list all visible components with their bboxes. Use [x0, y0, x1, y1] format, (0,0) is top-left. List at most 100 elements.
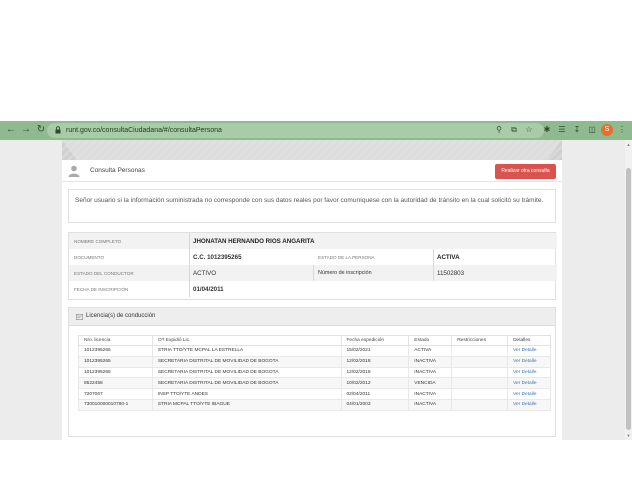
details-link[interactable]: Ver Detalle — [507, 355, 551, 368]
table-row: 8522458 SECRETARIA DISTRITAL DE MOVILIDA… — [78, 377, 551, 390]
details-link[interactable]: Ver Detalle — [507, 345, 551, 357]
license-issuer: STRIA TTO/YTE MCPAL LA ESTRELLA — [151, 345, 342, 357]
license-number: 1012395265 — [78, 366, 153, 379]
license-number: 7207067 — [78, 388, 153, 400]
main-panel: Consulta Personas Realizar otra consulta… — [62, 140, 562, 440]
license-issuer: INSP TTO/YTE ANDES — [151, 388, 342, 400]
media-icon[interactable]: ☰ — [557, 124, 567, 136]
license-number: 8522458 — [78, 377, 153, 390]
license-date: 12/02/2018 — [340, 355, 410, 368]
license-date: 10/02/2012 — [340, 377, 410, 390]
menu-icon[interactable]: ⋮ — [617, 124, 627, 136]
tab-shape — [62, 140, 562, 160]
new-search-button[interactable]: Realizar otra consulta — [495, 164, 556, 179]
scroll-down-icon[interactable]: ▼ — [626, 433, 631, 438]
license-issuer: SECRETARIA DISTRITAL DE MOVILIDAD DE BOG… — [151, 355, 342, 368]
licenses-header[interactable]: Licencia(s) de conducción — [69, 308, 555, 326]
lock-icon — [55, 126, 61, 134]
sidepanel-icon[interactable]: ◫ — [587, 124, 597, 136]
details-link[interactable]: Ver Detalle — [507, 388, 551, 400]
search-icon[interactable]: ⚲ — [494, 124, 504, 136]
forward-arrow-icon[interactable]: → — [20, 124, 32, 136]
license-number: 1012395265 — [78, 345, 153, 357]
reload-icon[interactable]: ↻ — [35, 124, 47, 136]
star-icon[interactable]: ☆ — [524, 124, 534, 136]
license-issuer: STRIA MCPAL TTO/YTE IBAGUE — [151, 398, 342, 411]
column-header: Detalles — [507, 335, 551, 346]
licenses-title: Licencia(s) de conducción — [86, 313, 156, 319]
table-row: 1012395265 SECRETARIA DISTRITAL DE MOVIL… — [78, 366, 551, 379]
info-row-date: FECHA DE INSCRIPCIÓN 01/04/2011 — [69, 281, 557, 297]
license-status: INACTIVA — [408, 366, 453, 379]
inscription-label: Número de inscripción — [318, 270, 372, 276]
table-row: 1012395265 SECRETARIA DISTRITAL DE MOVIL… — [78, 355, 551, 368]
license-restrictions — [451, 377, 509, 390]
info-row-driver: ESTADO DEL CONDUCTOR ACTIVO Número de in… — [69, 265, 557, 281]
person-status-label: ESTADO DE LA PERSONA — [318, 255, 375, 260]
column-header: Restricciones — [451, 335, 509, 346]
share-icon[interactable]: ⧉ — [509, 124, 519, 136]
download-icon[interactable]: ↧ — [572, 124, 582, 136]
license-restrictions — [451, 345, 509, 357]
license-issuer: SECRETARIA DISTRITAL DE MOVILIDAD DE BOG… — [151, 377, 342, 390]
panel-header: Consulta Personas Realizar otra consulta — [62, 160, 562, 182]
url-text[interactable]: runt.gov.co/consultaCiudadana/#/consulta… — [66, 124, 222, 137]
license-status: INACTIVA — [408, 388, 453, 400]
notice-text: Señor usuario si la información suminist… — [75, 197, 544, 204]
license-restrictions — [451, 355, 509, 368]
licenses-panel: Licencia(s) de conducción Nro. licencia … — [68, 307, 556, 437]
license-date: 12/02/2018 — [340, 366, 410, 379]
top-blank-area — [0, 0, 632, 121]
details-link[interactable]: Ver Detalle — [507, 377, 551, 390]
info-row-document: DOCUMENTO C.C. 1012395265 ESTADO DE LA P… — [69, 249, 557, 265]
separator — [189, 265, 190, 281]
license-number: 730010000010780-1 — [78, 398, 153, 411]
driver-status-value: ACTIVO — [193, 270, 217, 277]
separator — [189, 233, 190, 249]
profile-avatar[interactable]: S — [601, 124, 613, 136]
bottom-blank-area — [0, 440, 632, 480]
license-restrictions — [451, 398, 509, 411]
inscription-value: 11502803 — [437, 270, 465, 277]
separator — [433, 265, 434, 281]
separator — [189, 249, 190, 265]
document-label: DOCUMENTO — [74, 255, 105, 260]
license-number: 1012395265 — [78, 355, 153, 368]
date-value: 01/04/2011 — [193, 286, 224, 293]
license-date: 02/04/2011 — [340, 388, 410, 400]
license-status: ACTIVA — [408, 345, 453, 357]
license-issuer: SECRETARIA DISTRITAL DE MOVILIDAD DE BOG… — [151, 366, 342, 379]
license-date: 04/01/2003 — [340, 398, 410, 411]
back-arrow-icon[interactable]: ← — [5, 124, 17, 136]
extensions-icon[interactable]: ✱ — [542, 124, 552, 136]
column-header: OT Expidió Lic. — [151, 335, 342, 346]
separator — [433, 249, 434, 265]
table-row: 7207067 INSP TTO/YTE ANDES 02/04/2011 IN… — [78, 388, 551, 400]
id-card-icon — [76, 314, 83, 320]
details-link[interactable]: Ver Detalle — [507, 366, 551, 379]
page-title: Consulta Personas — [90, 167, 145, 174]
separator — [313, 265, 314, 281]
person-info: NOMBRE COMPLETO JHONATAN HERNANDO RIOS A… — [68, 232, 557, 300]
name-value: JHONATAN HERNANDO RIOS ANGARITA — [193, 238, 315, 245]
date-label: FECHA DE INSCRIPCIÓN — [74, 287, 129, 292]
licenses-table: Nro. licencia OT Expidió Lic. Fecha expe… — [78, 335, 551, 411]
document-value: C.C. 1012395265 — [193, 254, 242, 261]
license-restrictions — [451, 366, 509, 379]
column-header: Estado — [408, 335, 453, 346]
scroll-up-icon[interactable]: ▲ — [626, 142, 631, 147]
scrollbar-thumb[interactable] — [626, 168, 631, 430]
driver-status-label: ESTADO DEL CONDUCTOR — [74, 271, 134, 276]
column-header: Nro. licencia — [78, 335, 153, 346]
column-header: Fecha expedición — [340, 335, 410, 346]
table-row: 730010000010780-1 STRIA MCPAL TTO/YTE IB… — [78, 398, 551, 411]
license-status: VENCIDA — [408, 377, 453, 390]
separator — [189, 281, 190, 297]
license-status: INACTIVA — [408, 398, 453, 411]
license-date: 15/02/2021 — [340, 345, 410, 357]
info-row-name: NOMBRE COMPLETO JHONATAN HERNANDO RIOS A… — [69, 233, 557, 249]
table-header-row: Nro. licencia OT Expidió Lic. Fecha expe… — [78, 335, 551, 346]
details-link[interactable]: Ver Detalle — [507, 398, 551, 411]
license-status: INACTIVA — [408, 355, 453, 368]
table-row: 1012395265 STRIA TTO/YTE MCPAL LA ESTREL… — [78, 345, 551, 357]
